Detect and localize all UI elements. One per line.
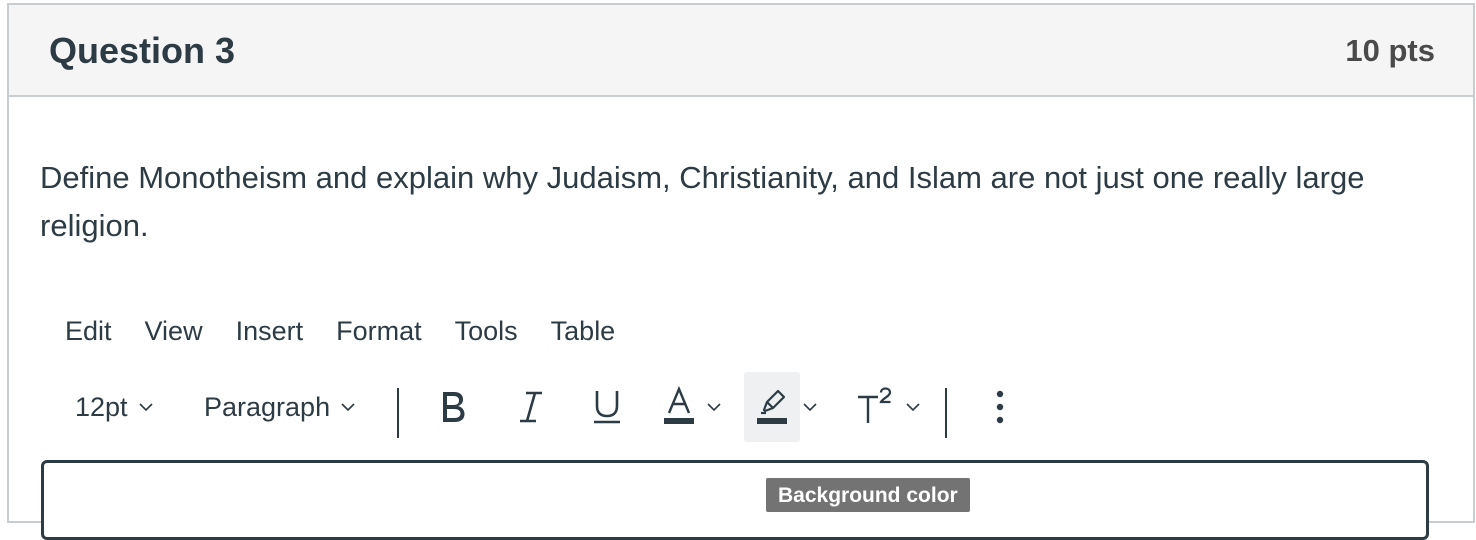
question-text: Define Monotheism and explain why Judais… (40, 160, 1365, 243)
italic-icon (520, 391, 542, 423)
chevron-down-icon (138, 403, 153, 412)
font-size-value: 12pt (75, 391, 128, 422)
menu-tools[interactable]: Tools (440, 312, 533, 351)
menu-insert[interactable]: Insert (221, 312, 319, 351)
chevron-down-icon (906, 403, 920, 412)
menu-table[interactable]: Table (536, 312, 631, 351)
block-format-value: Paragraph (204, 391, 331, 422)
question-card: Question 3 10 pts (7, 3, 1475, 523)
text-color-button[interactable] (662, 372, 722, 442)
more-vertical-icon (996, 390, 1004, 424)
rich-text-editor-area[interactable] (41, 460, 1429, 540)
more-options-button[interactable] (982, 372, 1018, 442)
question-title: Question 3 (49, 30, 236, 71)
superscript-icon (858, 387, 892, 423)
question-points: 10 pts (1345, 33, 1435, 68)
background-color-dropdown[interactable] (802, 372, 818, 442)
toolbar-divider (397, 388, 399, 438)
question-header: Question 3 10 pts (9, 5, 1473, 97)
bold-button[interactable] (430, 372, 476, 442)
menu-format[interactable]: Format (321, 312, 437, 351)
menu-view[interactable]: View (130, 312, 218, 351)
underline-icon (594, 391, 620, 424)
block-format-select[interactable]: Paragraph (204, 372, 356, 442)
italic-button[interactable] (508, 372, 554, 442)
chevron-down-icon (341, 403, 355, 412)
text-color-icon (664, 385, 694, 424)
superscript-button[interactable] (855, 372, 921, 442)
background-color-button[interactable] (744, 372, 800, 442)
menu-edit[interactable]: Edit (50, 312, 127, 351)
toolbar-divider (945, 388, 947, 438)
editor-menubar: Edit View Insert Format Tools Table (50, 312, 633, 351)
chevron-down-icon (707, 403, 721, 412)
bold-icon (443, 392, 465, 422)
highlighter-icon (757, 389, 787, 424)
font-size-select[interactable]: 12pt (75, 372, 154, 442)
underline-button[interactable] (584, 372, 630, 442)
editor-toolbar: 12pt Paragraph (52, 372, 1052, 442)
chevron-down-icon (803, 403, 817, 412)
background-color-tooltip: Background color (766, 478, 970, 512)
